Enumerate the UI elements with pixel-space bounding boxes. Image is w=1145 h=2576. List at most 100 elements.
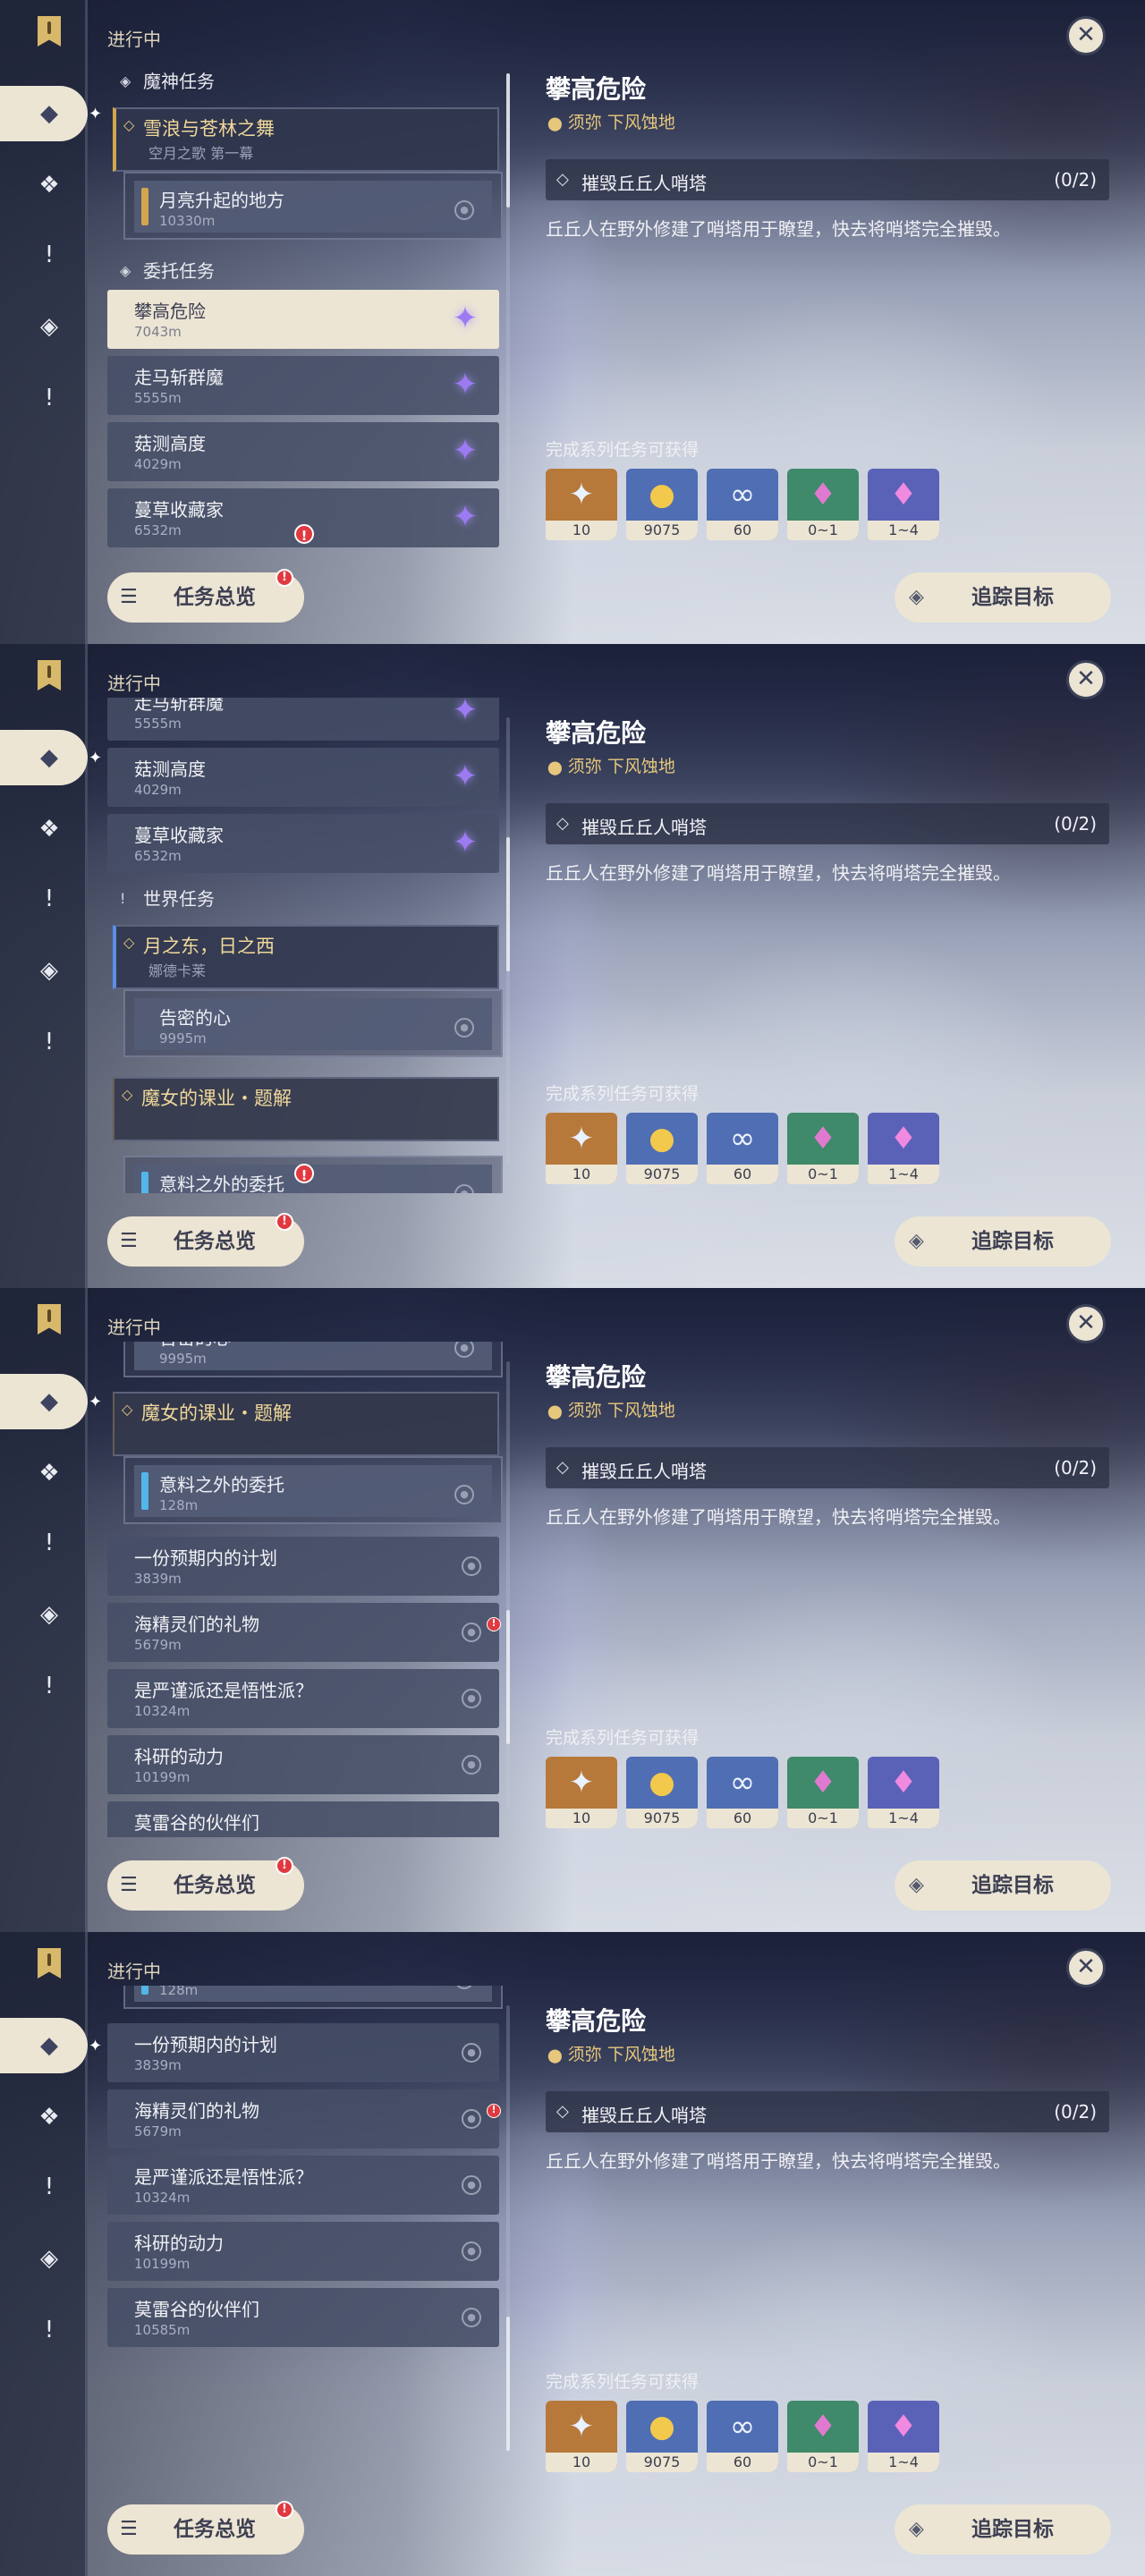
quest-item[interactable]: 科研的动力 10199m ● <box>107 1735 499 1794</box>
commission-icon[interactable]: ◈ <box>34 955 64 986</box>
story-quest-icon[interactable]: ❖ <box>34 814 64 844</box>
commission-icon[interactable]: ◈ <box>34 1599 64 1630</box>
track-diamond-icon: ◈ <box>909 1230 924 1252</box>
quest-item[interactable]: 海精灵们的礼物 5679m ● <box>107 1603 499 1662</box>
commission-star-icon: ✦ <box>452 367 479 402</box>
event-quest-icon[interactable]: ! <box>34 1671 64 1701</box>
arc-story[interactable]: ◇ 魔女的课业・题解 <box>113 1077 499 1141</box>
quest-overview-button[interactable]: ☰ 任务总览 <box>107 572 304 623</box>
quest-overview-button[interactable]: ☰ 任务总览 <box>107 2504 304 2555</box>
reward-crystal[interactable]: ♦ 0~1 <box>787 1757 859 1828</box>
track-target-button[interactable]: ◈ 追踪目标 <box>895 2504 1111 2555</box>
reward-crystal-cluster[interactable]: ♦ 1~4 <box>868 1757 939 1828</box>
arc-diamond-icon: ◇ <box>122 1086 133 1103</box>
objective-progress: (0/2) <box>1054 169 1097 191</box>
quest-list: 走马斩群魔 5555m ✦ 菇测高度 4029m ✦ 蔓草收藏家 6532m ✦ ! 世界任务… <box>107 698 505 1193</box>
commission-star-icon: ✦ <box>452 499 479 535</box>
status-label: 进行中 <box>107 673 161 694</box>
archon-quest-icon[interactable]: ◆ <box>34 98 64 129</box>
quest-item[interactable]: 走马斩群魔 5555m ✦ <box>107 698 499 741</box>
category-commission: ◈ 委托任务 <box>116 258 215 284</box>
track-target-button[interactable]: ◈ 追踪目标 <box>895 1216 1111 1267</box>
overview-notification-badge: ! <box>276 1857 293 1875</box>
world-quest-icon[interactable]: ! <box>34 884 64 914</box>
objective-row: ◇ 摧毁丘丘人哨塔 (0/2) <box>546 159 1109 200</box>
quest-item[interactable]: 是严谨派还是悟性派？ 10324m ● <box>107 1669 499 1728</box>
objective-text: 摧毁丘丘人哨塔 <box>581 1461 707 1482</box>
quest-item[interactable]: 莫雷谷的伙伴们 <box>107 1801 499 1837</box>
star-icon: ✦ <box>568 1765 595 1801</box>
subquest-item[interactable]: 128m● <box>123 1986 503 2009</box>
map-pin-icon: ● <box>454 1184 474 1193</box>
reward-friendship[interactable]: ∞ 60 <box>707 1757 778 1828</box>
world-quest-icon[interactable]: ! <box>34 2172 64 2202</box>
subquest-item[interactable]: 意料之外的委托 128m ● <box>123 1456 503 1524</box>
reward-crystal-cluster[interactable]: ♦ 1~4 <box>868 1113 939 1184</box>
close-button[interactable]: ✕ <box>1066 1948 1106 1987</box>
archon-quest-icon[interactable]: ◆ <box>34 1386 64 1417</box>
reward-friendship[interactable]: ∞ 60 <box>707 2401 778 2472</box>
quest-item[interactable]: 莫雷谷的伙伴们 10585m ● <box>107 2288 499 2347</box>
quest-item[interactable]: 一份预期内的计划 3839m ● <box>107 2023 499 2082</box>
objective-text: 摧毁丘丘人哨塔 <box>581 2105 707 2126</box>
event-quest-icon[interactable]: ! <box>34 383 64 413</box>
map-pin-icon: ● <box>454 200 474 220</box>
quest-item[interactable]: 科研的动力 10199m ● <box>107 2222 499 2281</box>
track-target-button[interactable]: ◈ 追踪目标 <box>895 1860 1111 1911</box>
close-button[interactable]: ✕ <box>1066 16 1106 55</box>
reward-crystal[interactable]: ♦ 0~1 <box>787 2401 859 2472</box>
quest-item[interactable]: 蔓草收藏家 6532m ✦ <box>107 814 499 873</box>
list-icon: ☰ <box>120 586 138 608</box>
map-pin-icon: ● <box>454 1018 474 1038</box>
objective-progress: (0/2) <box>1054 813 1097 835</box>
reward-adventure-exp[interactable]: ✦ 10 <box>546 1757 617 1828</box>
archon-quest-icon[interactable]: ◆ <box>34 2030 64 2061</box>
reward-crystal-cluster[interactable]: ♦ 1~4 <box>868 469 939 540</box>
event-quest-icon[interactable]: ! <box>34 1027 64 1057</box>
track-target-button[interactable]: ◈ 追踪目标 <box>895 572 1111 623</box>
reward-crystal[interactable]: ♦ 0~1 <box>787 469 859 540</box>
quest-item[interactable]: 一份预期内的计划 3839m ● <box>107 1537 499 1596</box>
quest-item[interactable]: 海精灵们的礼物 5679m ● <box>107 2089 499 2148</box>
rewards-title: 完成系列任务可获得 <box>546 2372 700 2392</box>
quest-overview-button[interactable]: ☰ 任务总览 <box>107 1860 304 1911</box>
close-button[interactable]: ✕ <box>1066 660 1106 699</box>
story-quest-icon[interactable]: ❖ <box>34 2102 64 2132</box>
archon-quest-icon[interactable]: ◆ <box>34 742 64 773</box>
commission-icon[interactable]: ◈ <box>34 311 64 342</box>
sparkle-icon: ✦ <box>89 105 103 123</box>
close-button[interactable]: ✕ <box>1066 1304 1106 1343</box>
reward-mora[interactable]: ● 9075 <box>626 2401 698 2472</box>
subquest-item[interactable]: 告密的心9995m● <box>123 1342 503 1377</box>
reward-mora[interactable]: ● 9075 <box>626 1757 698 1828</box>
reward-adventure-exp[interactable]: ✦ 10 <box>546 1113 617 1184</box>
arc-story[interactable]: ◇ 魔女的课业・题解 <box>113 1392 499 1456</box>
reward-adventure-exp[interactable]: ✦ 10 <box>546 469 617 540</box>
quest-item-selected[interactable]: 攀高危险 7043m ✦ <box>107 290 499 349</box>
arc-archon[interactable]: ◇ 雪浪与苍林之舞 空月之歌 第一幕 <box>113 107 499 172</box>
world-quest-icon[interactable]: ! <box>34 240 64 270</box>
objective-row: ◇ 摧毁丘丘人哨塔 (0/2) <box>546 803 1109 844</box>
quest-item[interactable]: 菇测高度 4029m ✦ <box>107 422 499 481</box>
reward-friendship[interactable]: ∞ 60 <box>707 1113 778 1184</box>
reward-crystal[interactable]: ♦ 0~1 <box>787 1113 859 1184</box>
reward-mora[interactable]: ● 9075 <box>626 469 698 540</box>
world-quest-icon[interactable]: ! <box>34 1528 64 1558</box>
subquest-item[interactable]: 月亮升起的地方 10330m ● <box>123 172 503 240</box>
reward-adventure-exp[interactable]: ✦ 10 <box>546 2401 617 2472</box>
reward-friendship[interactable]: ∞ 60 <box>707 469 778 540</box>
event-quest-icon[interactable]: ! <box>34 2315 64 2345</box>
quest-item[interactable]: 是严谨派还是悟性派？ 10324m ● <box>107 2156 499 2215</box>
story-quest-icon[interactable]: ❖ <box>34 170 64 200</box>
subquest-item[interactable]: 告密的心9995m● <box>123 989 503 1057</box>
quest-overview-button[interactable]: ☰ 任务总览 <box>107 1216 304 1267</box>
quest-item[interactable]: 走马斩群魔 5555m ✦ <box>107 356 499 415</box>
list-icon: ☰ <box>120 1874 138 1896</box>
reward-crystal-cluster[interactable]: ♦ 1~4 <box>868 2401 939 2472</box>
arc-world[interactable]: ◇ 月之东，日之西 娜德卡莱 <box>113 925 499 989</box>
quest-item[interactable]: 菇测高度 4029m ✦ <box>107 748 499 807</box>
reward-mora[interactable]: ● 9075 <box>626 1113 698 1184</box>
commission-icon[interactable]: ◈ <box>34 2243 64 2274</box>
story-quest-icon[interactable]: ❖ <box>34 1458 64 1488</box>
map-pin-icon: ● <box>462 2175 481 2195</box>
